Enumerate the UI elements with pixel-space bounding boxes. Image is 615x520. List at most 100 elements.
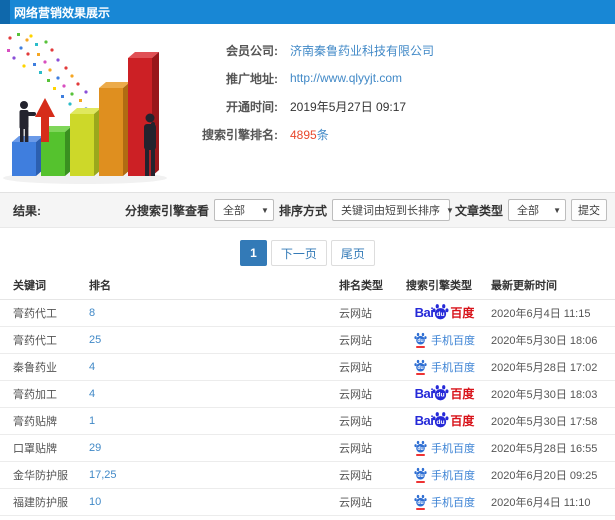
col-header-rank-type: 排名类型: [335, 272, 402, 300]
rank-cell: 4: [85, 353, 335, 381]
engine-filter-label: 分搜索引擎查看: [124, 203, 209, 218]
rank-link[interactable]: 17,25: [89, 469, 117, 481]
baidu-paw-icon: du: [414, 440, 427, 452]
rank-link[interactable]: 1: [89, 415, 95, 427]
rank-link[interactable]: 29: [89, 442, 101, 454]
rank-cell: 10: [85, 488, 335, 516]
engine-cell: Bai du 百度: [402, 299, 487, 327]
rank-link[interactable]: 10: [89, 496, 101, 508]
rank-cell: [85, 515, 335, 520]
open-time-value: 2019年5月27日 09:17: [290, 99, 407, 114]
mobile-baidu-label: 手机百度: [431, 442, 475, 455]
updated-time-cell: 2020年6月4日 11:15: [487, 299, 615, 327]
page-1-button[interactable]: 1: [240, 240, 267, 266]
baidu-logo-bai: Bai: [414, 386, 434, 401]
col-header-engine-type: 搜索引擎类型: [402, 272, 487, 300]
open-time-label: 开通时间:: [226, 99, 278, 114]
baidu-logo-cn: 百度: [450, 386, 475, 401]
article-type-select[interactable]: 全部 ▼: [508, 199, 566, 221]
mobile-baidu-underline: [416, 480, 425, 483]
table-row: 口罩贴牌 29 云网站 du 手机百度 2020年5月28日 16:55: [0, 434, 615, 462]
baidu-logo-bai: Bai: [414, 305, 434, 320]
svg-text:du: du: [417, 337, 423, 343]
pagination: 1 下一页 尾页: [0, 238, 615, 268]
rank-link[interactable]: 4: [89, 388, 95, 400]
svg-text:du: du: [437, 310, 445, 317]
svg-text:du: du: [417, 499, 423, 505]
baidu-paw-icon: du: [414, 494, 427, 506]
businessman-figure-left: [19, 101, 36, 142]
page-title: 网络营销效果展示: [14, 5, 111, 20]
keyword-cell: 膏药贴牌: [0, 407, 85, 435]
col-header-updated: 最新更新时间: [487, 272, 615, 300]
chevron-down-icon: ▼: [445, 205, 454, 215]
bar-chart-illustration: [3, 33, 167, 184]
rank-type-cell: 云网站: [335, 380, 402, 408]
updated-time-cell: 2020年5月30日 18:06: [487, 326, 615, 354]
baidu-paw-icon: du: [414, 359, 427, 371]
col-header-rank: 排名: [85, 272, 335, 300]
table-header-row: 关键词 排名 排名类型 搜索引擎类型 最新更新时间: [0, 272, 615, 300]
baidu-logo: Bai du 百度: [414, 384, 475, 404]
updated-time-cell: [487, 515, 615, 520]
company-name-link[interactable]: 济南秦鲁药业科技有限公司: [290, 42, 434, 59]
rank-cell: 17,25: [85, 461, 335, 489]
baidu-logo: Bai du 百度: [415, 411, 474, 431]
keyword-cell: 口罩贴牌: [0, 434, 85, 462]
mobile-baidu-icon: du: [414, 359, 427, 375]
svg-text:du: du: [417, 364, 423, 370]
next-page-button[interactable]: 下一页: [270, 240, 327, 266]
updated-time-cell: 2020年5月28日 17:02: [487, 353, 615, 381]
engine-cell: du 手机百度: [402, 326, 487, 354]
keyword-cell: 膏药代工: [0, 326, 85, 354]
engine-cell: du手机百度: [402, 488, 487, 516]
promo-url-link[interactable]: http://www.qlyyjt.com: [290, 71, 402, 85]
filter-bar: 结果: 分搜索引擎查看 全部 ▼ 排序方式 关键词由短到长排序 ▼ 文章类型 全…: [0, 192, 615, 228]
rank-count-number: 4895: [290, 127, 317, 142]
chevron-down-icon: ▼: [261, 205, 269, 215]
rank-type-cell: 云网站: [335, 326, 402, 354]
rank-link[interactable]: 8: [89, 307, 95, 319]
confetti-dots: [7, 33, 88, 114]
rank-type-cell: 云网站: [335, 407, 402, 435]
mobile-baidu-underline: [416, 507, 425, 510]
svg-text:du: du: [437, 391, 445, 398]
mobile-baidu-logo: du 手机百度: [414, 494, 475, 510]
article-type-value: 全部: [517, 205, 539, 217]
updated-time-cell: 2020年5月28日 16:55: [487, 434, 615, 462]
mobile-baidu-icon: du: [414, 467, 427, 483]
article-type-label: 文章类型: [454, 203, 503, 218]
rank-cell: 25: [85, 326, 335, 354]
last-page-button[interactable]: 尾页: [330, 240, 375, 266]
rank-type-cell: 云网站: [335, 299, 402, 327]
rank-type-cell: 云网站: [335, 461, 402, 489]
rank-link[interactable]: 25: [89, 334, 101, 346]
mobile-baidu-underline: [416, 372, 425, 375]
updated-time-cell: 2020年5月30日 18:03: [487, 380, 615, 408]
rank-count-unit: 条: [316, 127, 329, 142]
sort-select[interactable]: 关键词由短到长排序 ▼: [331, 199, 454, 221]
submit-button[interactable]: 提交: [571, 199, 607, 221]
rank-cell: 4: [85, 380, 335, 408]
sort-label: 排序方式: [278, 203, 327, 218]
engine-filter-select[interactable]: 全部 ▼: [213, 199, 274, 221]
svg-text:du: du: [437, 418, 445, 425]
engine-cell: du 手机百度: [402, 434, 487, 462]
results-table: 关键词 排名 排名类型 搜索引擎类型 最新更新时间 膏药代工 8 云网站 Bai du 百…: [0, 272, 615, 520]
engine-cell: Bai du 百度: [402, 380, 487, 408]
keyword-cell: 福建防护服: [0, 488, 85, 516]
table-row: du手机百度: [0, 515, 615, 520]
mobile-baidu-underline: [416, 345, 425, 348]
updated-time-cell: 2020年6月4日 11:10: [487, 488, 615, 516]
table-row: 金华防护服 17,25 云网站 du 手机百度 2020年6月20日 09:25: [0, 461, 615, 489]
mobile-baidu-label: 手机百度: [431, 361, 475, 374]
result-label: 结果:: [13, 203, 41, 218]
engine-cell: du手机百度: [402, 515, 487, 520]
col-header-keyword: 关键词: [0, 272, 85, 300]
keyword-cell: [0, 515, 85, 520]
rank-link[interactable]: 4: [89, 361, 95, 373]
engine-cell: du手机百度: [402, 461, 487, 489]
mobile-baidu-label: 手机百度: [431, 334, 475, 347]
mobile-baidu-logo: du 手机百度: [414, 359, 475, 375]
keyword-cell: 秦鲁药业: [0, 353, 85, 381]
